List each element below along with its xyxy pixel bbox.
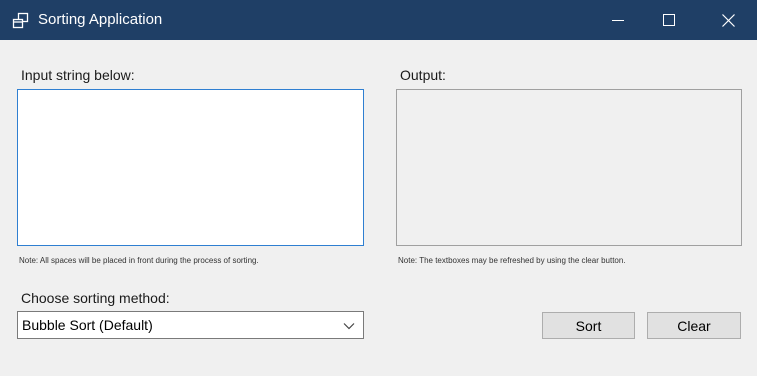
close-icon: [721, 13, 735, 27]
input-note: Note: All spaces will be placed in front…: [19, 256, 259, 265]
sorting-method-selected: Bubble Sort (Default): [22, 317, 153, 333]
sorting-method-label: Choose sorting method:: [21, 290, 170, 306]
output-textbox[interactable]: [396, 89, 742, 246]
title-bar[interactable]: Sorting Application: [0, 0, 757, 40]
sorting-application-window: Sorting Application Input string below: …: [0, 0, 757, 376]
input-label: Input string below:: [21, 67, 135, 83]
maximize-button[interactable]: [646, 0, 692, 40]
clear-button[interactable]: Clear: [647, 312, 741, 339]
close-button[interactable]: [705, 0, 751, 40]
output-note: Note: The textboxes may be refreshed by …: [398, 256, 626, 265]
maximize-icon: [663, 14, 675, 26]
app-window-icon: [12, 12, 29, 29]
minimize-button[interactable]: [595, 0, 641, 40]
minimize-icon: [612, 20, 624, 21]
output-label: Output:: [400, 67, 446, 83]
sort-button[interactable]: Sort: [542, 312, 635, 339]
input-textbox[interactable]: [17, 89, 364, 246]
chevron-down-icon: [343, 323, 355, 330]
sorting-method-dropdown[interactable]: Bubble Sort (Default): [17, 311, 364, 339]
window-title: Sorting Application: [38, 11, 163, 28]
